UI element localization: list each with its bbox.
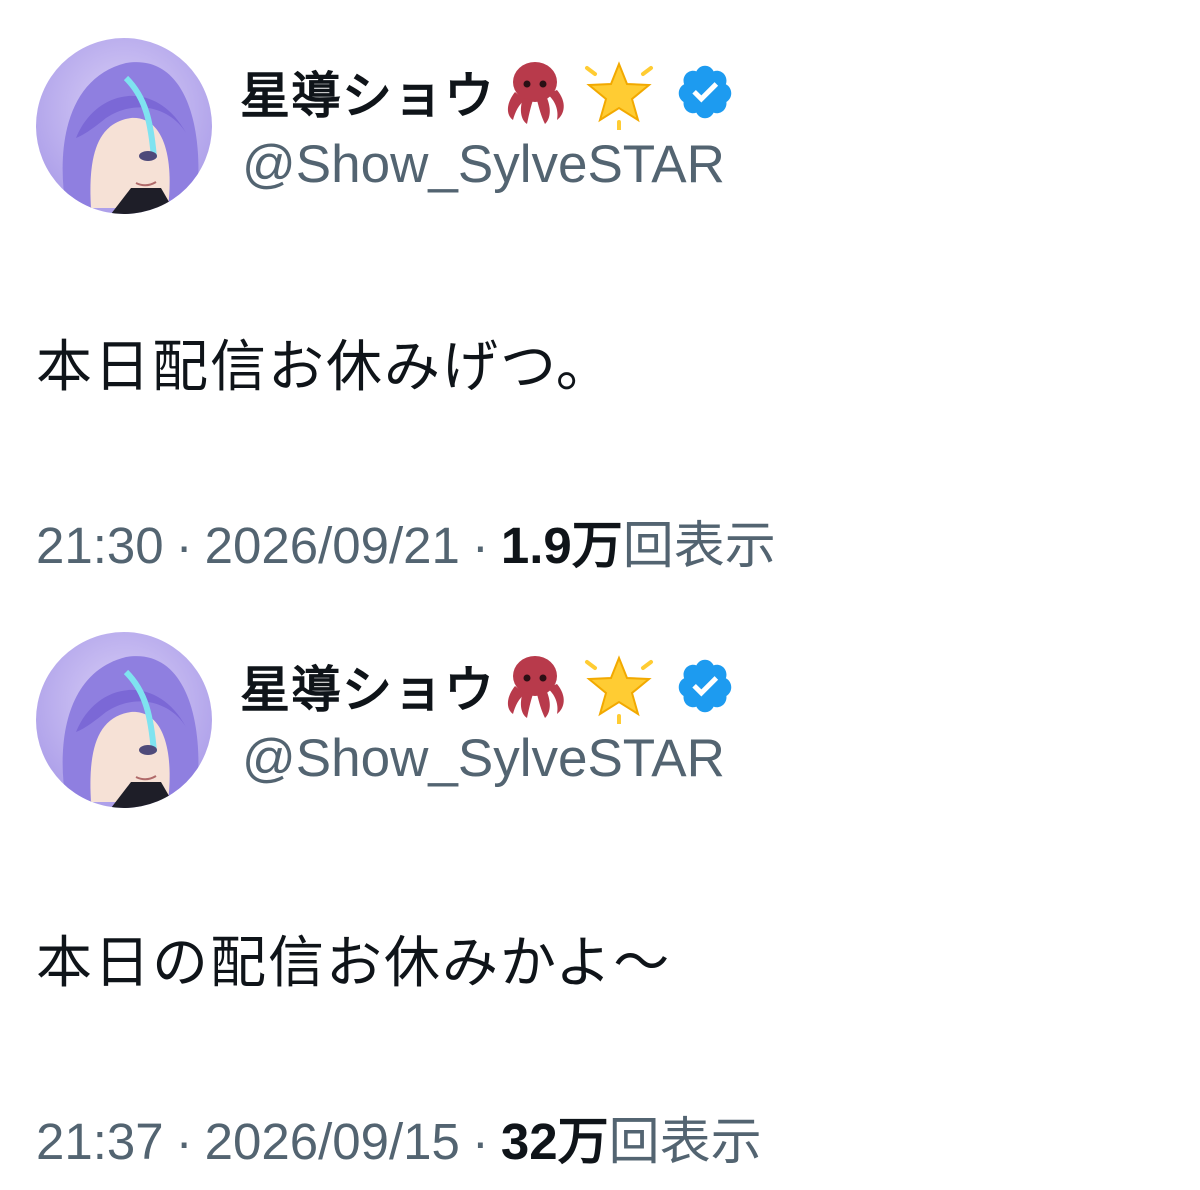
views-label: 回表示	[622, 517, 776, 574]
views-count[interactable]: 32万	[501, 1113, 609, 1170]
tweet-time[interactable]: 21:30	[36, 517, 164, 574]
user-handle[interactable]: @Show_SylveSTAR	[242, 134, 725, 195]
author-name-row[interactable]: 星導ショウ	[240, 646, 735, 726]
verified-badge-icon[interactable]	[675, 656, 735, 716]
meta-separator: ·	[175, 517, 193, 574]
octopus-icon	[497, 648, 573, 724]
tweet-time[interactable]: 21:37	[36, 1113, 164, 1170]
verified-badge-icon[interactable]	[675, 62, 735, 122]
views-count[interactable]: 1.9万	[501, 517, 623, 574]
avatar[interactable]	[36, 632, 212, 808]
display-name[interactable]: 星導ショウ	[240, 650, 495, 722]
views-label: 回表示	[608, 1113, 762, 1170]
tweet-meta: 21:30 · 2026/09/21 · 1.9万回表示	[36, 504, 776, 578]
glowing-star-icon	[581, 54, 657, 130]
tweet-text: 本日配信お休みげつ。	[36, 335, 614, 400]
author-name-row[interactable]: 星導ショウ	[240, 52, 735, 132]
glowing-star-icon	[581, 648, 657, 724]
tweet-text: 本日の配信お休みかよ〜	[36, 931, 672, 996]
avatar[interactable]	[36, 38, 212, 214]
user-handle[interactable]: @Show_SylveSTAR	[242, 728, 725, 789]
tweet-meta: 21:37 · 2026/09/15 · 32万回表示	[36, 1100, 762, 1174]
meta-separator: ·	[175, 1113, 193, 1170]
tweet-date[interactable]: 2026/09/21	[205, 517, 460, 574]
meta-separator: ·	[471, 517, 489, 574]
meta-separator: ·	[471, 1113, 489, 1170]
display-name[interactable]: 星導ショウ	[240, 56, 495, 128]
tweet-date[interactable]: 2026/09/15	[205, 1113, 460, 1170]
octopus-icon	[497, 54, 573, 130]
